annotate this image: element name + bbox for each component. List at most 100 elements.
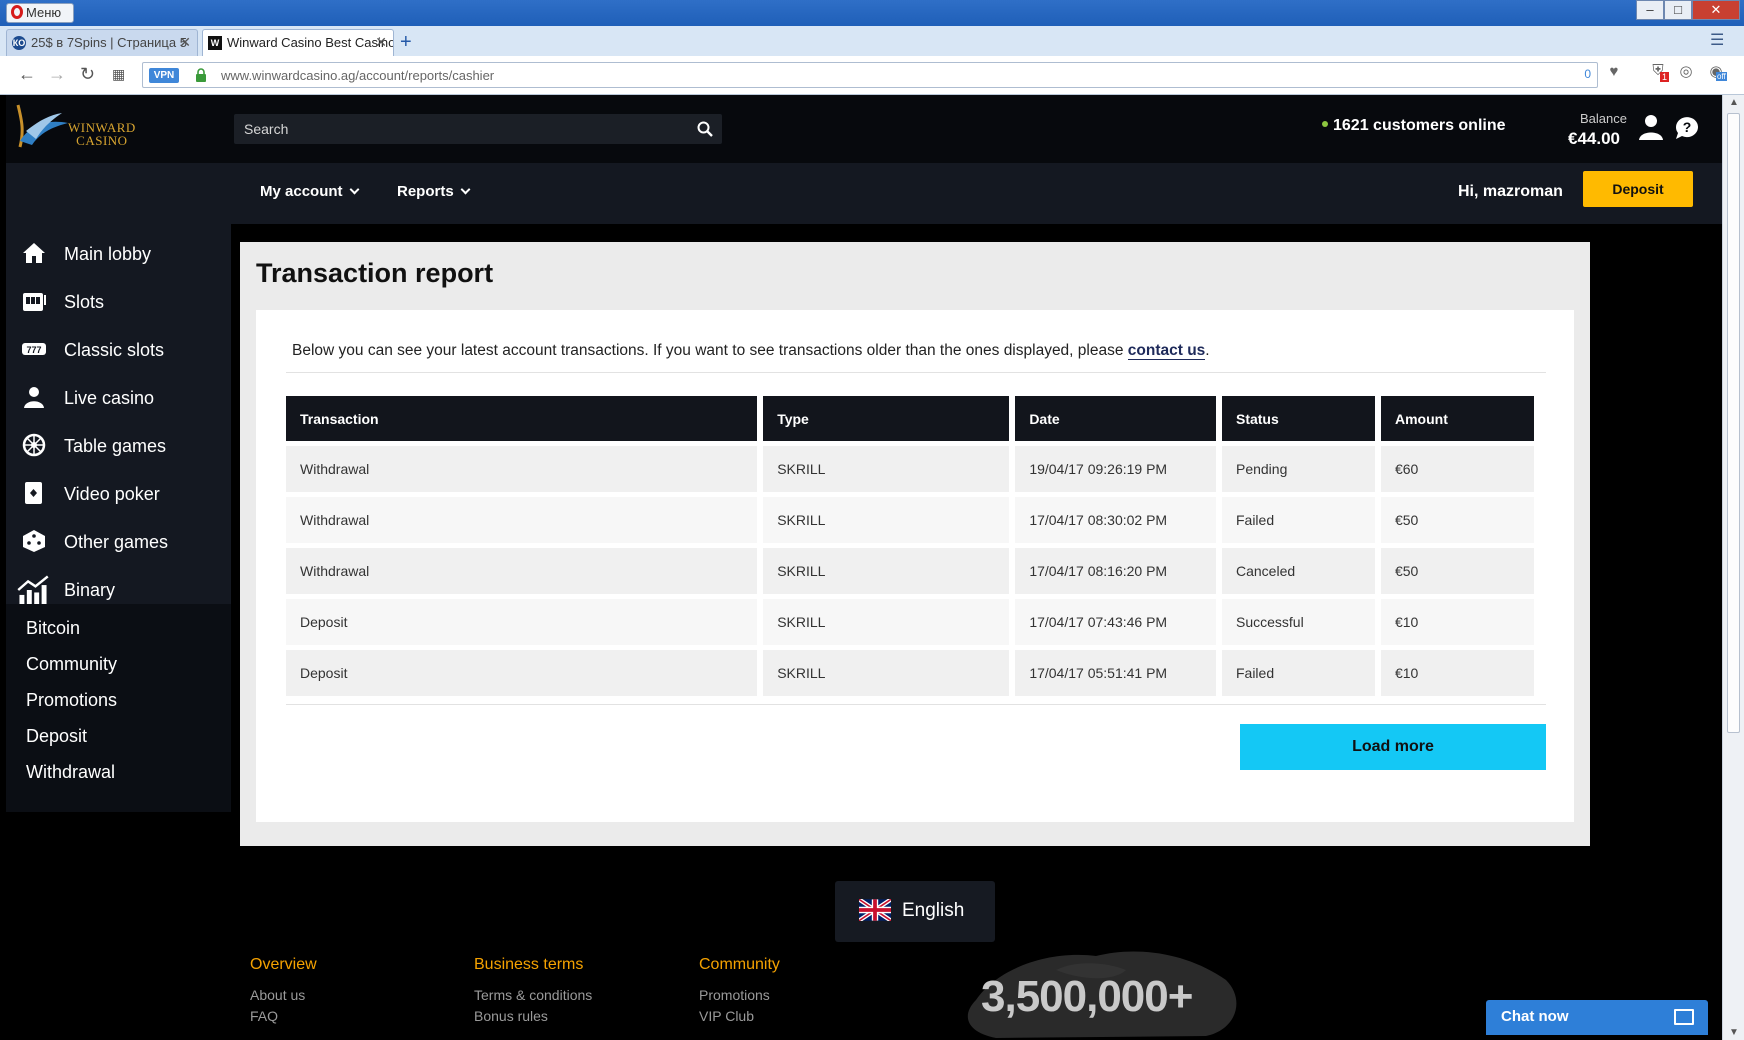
url-text[interactable]: www.winwardcasino.ag/account/reports/cas… [221,68,494,83]
divider [286,704,1546,705]
tab-close-icon[interactable]: ✕ [179,34,191,51]
my-account-menu[interactable]: My account [260,183,359,200]
cell-amount: €10 [1380,650,1534,696]
tab-strip: КО 25$ в 7Spins | Страница 5 ✕ W Winward… [0,26,1744,56]
scroll-up-arrow-icon[interactable]: ▲ [1729,97,1739,108]
scrollbar-thumb[interactable] [1727,113,1740,733]
vpn-badge[interactable]: VPN [149,68,179,83]
contact-us-link[interactable]: contact us [1127,342,1206,360]
heart-icon[interactable]: ♥ [1604,63,1624,83]
cell-transaction: Withdrawal [286,497,758,543]
scroll-down-arrow-icon[interactable]: ▼ [1729,1027,1739,1038]
slot-machine-icon [23,293,46,311]
speed-dial-grid-icon[interactable]: ▦ [112,66,125,83]
minimize-button[interactable]: – [1636,0,1664,20]
table-row: Withdrawal SKRILL 17/04/17 08:30:02 PM F… [286,497,1534,543]
balance-label: Balance [1580,111,1627,126]
column-header-amount: Amount [1380,396,1534,441]
sidebar-item-video-poker[interactable]: Video poker [6,473,231,517]
sidebar-item-table-games[interactable]: Table games [6,425,231,469]
search-box [234,114,722,144]
chevron-down-icon [349,184,359,195]
page-title: Transaction report [256,258,494,288]
search-icon[interactable] [696,120,714,138]
footer-heading-overview: Overview [250,956,317,973]
new-tab-plus-icon[interactable]: + [400,31,412,54]
footer-heading-community: Community [699,956,780,973]
tab-menu-icon[interactable]: ☰ [1710,30,1724,50]
cell-status: Pending [1221,446,1375,492]
sidebar-item-main-lobby[interactable]: Main lobby [6,233,231,277]
cell-transaction: Withdrawal [286,446,758,492]
cell-transaction: Deposit [286,599,758,645]
maximize-button[interactable]: □ [1664,0,1692,20]
close-window-button[interactable]: ✕ [1692,0,1740,20]
extension-shield-icon[interactable]: ⛨ 1 [1648,62,1670,82]
classic-slots-icon: 777 [22,343,46,355]
sidebar-item-slots[interactable]: Slots [6,281,231,325]
winward-casino-logo[interactable]: WINWARD CASINO [12,101,142,157]
cell-date: 19/04/17 09:26:19 PM [1015,446,1216,492]
footer-link-bonus-rules[interactable]: Bonus rules [474,1008,548,1024]
column-header-transaction: Transaction [286,396,758,441]
cell-amount: €50 [1380,497,1534,543]
sidebar-link-community[interactable]: Community [26,654,117,675]
reports-menu[interactable]: Reports [397,183,471,200]
forward-arrow-icon[interactable]: → [48,64,66,85]
user-icon[interactable] [1638,113,1664,141]
footer-link-faq[interactable]: FAQ [250,1008,278,1024]
language-selector[interactable]: English [835,881,995,942]
load-more-button[interactable]: Load more [1240,724,1546,770]
tab-7spins[interactable]: КО 25$ в 7Spins | Страница 5 ✕ [6,29,198,56]
help-icon[interactable]: ? [1674,116,1700,140]
title-bar: Меню – □ ✕ [0,0,1744,26]
cell-date: 17/04/17 08:30:02 PM [1015,497,1216,543]
back-arrow-icon[interactable]: ← [18,64,36,85]
cell-amount: €10 [1380,599,1534,645]
chat-now-button[interactable]: Chat now [1486,1000,1708,1035]
bird-logo-icon [16,104,68,148]
table-header-row: Transaction Type Date Status Amount [286,396,1534,441]
search-input[interactable] [234,114,674,144]
footer-link-vip-club[interactable]: VIP Club [699,1008,754,1024]
sidebar-item-other-games[interactable]: Other games [6,521,231,565]
ad-blocker-counter[interactable]: 0 [1584,67,1591,81]
sidebar-link-bitcoin[interactable]: Bitcoin [26,618,80,639]
chat-bubble-extension-icon[interactable]: ◎ [1676,62,1696,82]
report-card: Below you can see your latest account tr… [256,310,1574,822]
online-dot-icon [1322,121,1328,127]
transaction-table: Transaction Type Date Status Amount With… [280,391,1540,701]
opera-logo-icon [11,5,23,19]
sidebar-item-classic-slots[interactable]: 777 Classic slots [6,329,231,373]
page-scrollbar[interactable]: ▲ ▼ [1722,95,1744,1040]
sidebar-link-promotions[interactable]: Promotions [26,690,117,711]
vpn-off-extension-icon[interactable]: ◉off [1706,62,1727,82]
cell-amount: €50 [1380,548,1534,594]
sidebar-link-withdrawal[interactable]: Withdrawal [26,762,115,783]
tab-winward-casino[interactable]: W Winward Casino Best Casino ✕ [202,29,394,56]
sidebar-item-live-casino[interactable]: Live casino [6,377,231,421]
cell-status: Canceled [1221,548,1375,594]
home-icon [23,243,45,263]
sidebar-link-deposit[interactable]: Deposit [26,726,87,747]
url-field[interactable]: VPN www.winwardcasino.ag/account/reports… [142,62,1598,88]
footer-link-promotions[interactable]: Promotions [699,987,770,1003]
cell-type: SKRILL [763,446,1010,492]
opera-menu-button[interactable]: Меню [6,3,74,23]
casino-site: WINWARD CASINO 1621 customers online Bal… [6,95,1722,1040]
deposit-button[interactable]: Deposit [1583,171,1693,207]
footer-link-about-us[interactable]: About us [250,987,305,1003]
dice-icon [23,530,45,552]
cell-date: 17/04/17 05:51:41 PM [1015,650,1216,696]
cell-type: SKRILL [763,650,1010,696]
tab-close-icon[interactable]: ✕ [375,34,387,51]
column-header-date: Date [1015,396,1216,441]
chevron-down-icon [460,184,471,195]
table-row: Deposit SKRILL 17/04/17 05:51:41 PM Fail… [286,650,1534,696]
sidebar: Main lobby Slots 777 Classic slots Live … [6,224,231,812]
svg-text:777: 777 [26,345,41,355]
cell-status: Successful [1221,599,1375,645]
footer-link-terms[interactable]: Terms & conditions [474,987,592,1003]
reload-icon[interactable]: ↻ [80,64,95,85]
dealer-icon [24,387,44,408]
